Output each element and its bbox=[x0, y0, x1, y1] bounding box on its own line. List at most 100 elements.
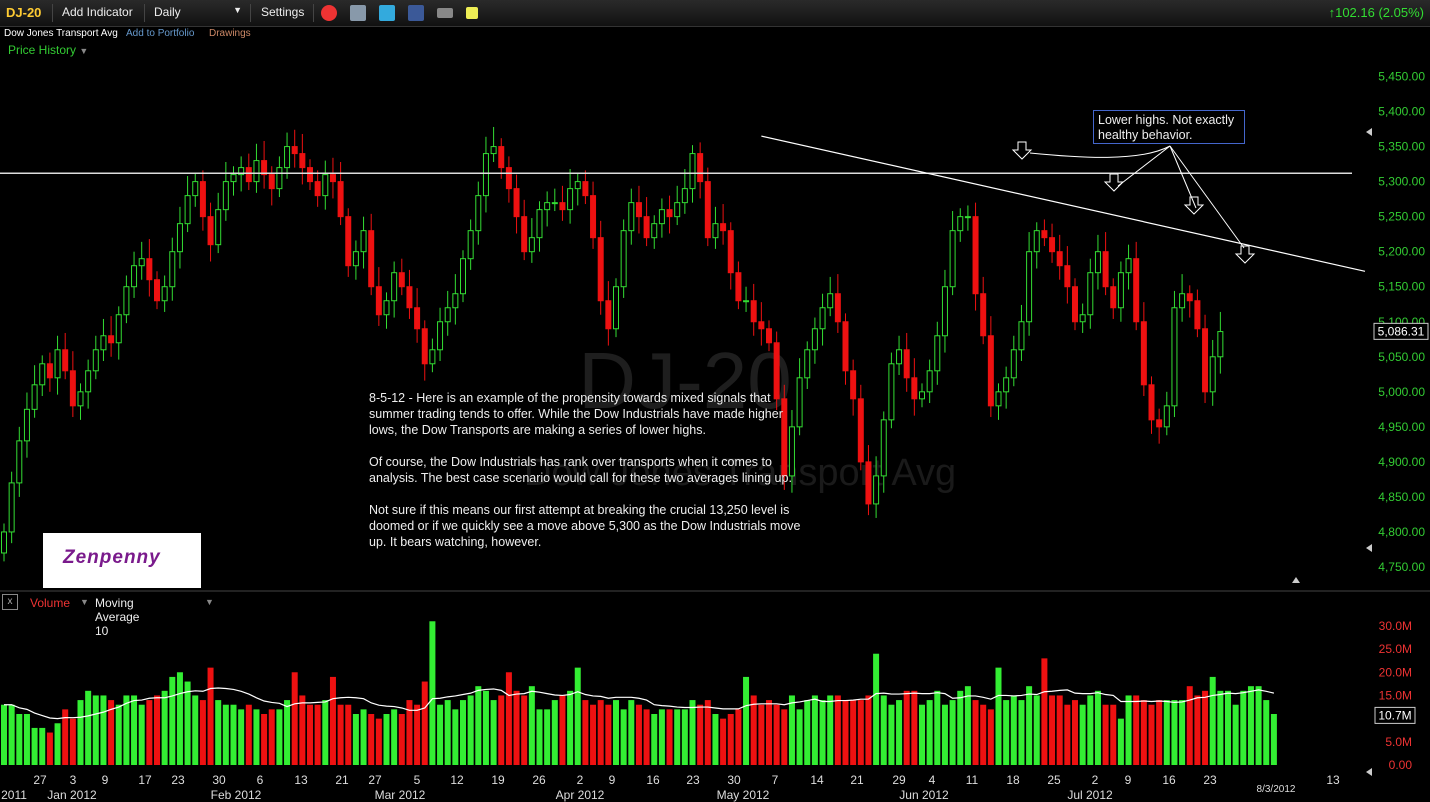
candle-body bbox=[896, 349, 903, 365]
candle-body bbox=[842, 321, 849, 372]
y-tick-label: 5,450.00 bbox=[1378, 70, 1425, 84]
candle-body bbox=[704, 181, 711, 239]
chevron-down-icon[interactable]: ▼ bbox=[80, 597, 89, 607]
close-panel-button[interactable]: x bbox=[2, 594, 18, 610]
x-day-label: 23 bbox=[171, 773, 185, 787]
x-month-label: Jul 2012 bbox=[1067, 788, 1113, 802]
volume-bar bbox=[268, 709, 275, 765]
candle-body bbox=[1033, 230, 1040, 253]
candle-body bbox=[253, 160, 260, 183]
volume-bar bbox=[635, 704, 642, 765]
candle-body bbox=[1202, 328, 1209, 393]
down-arrow-icon bbox=[1183, 196, 1205, 215]
volume-bar bbox=[284, 700, 291, 765]
volume-bar bbox=[184, 681, 191, 765]
volume-bar bbox=[16, 714, 23, 765]
candle-body bbox=[322, 174, 329, 197]
candle-body bbox=[620, 230, 627, 288]
volume-bar bbox=[750, 695, 757, 765]
volume-bar bbox=[674, 709, 681, 765]
candle-body bbox=[406, 286, 413, 309]
volume-bar bbox=[1125, 695, 1132, 765]
candle-body bbox=[92, 349, 99, 372]
volume-bar bbox=[804, 700, 811, 765]
volume-bar bbox=[781, 709, 788, 765]
candle-body bbox=[628, 202, 635, 232]
volume-bar bbox=[1255, 686, 1262, 765]
volume-bar bbox=[1179, 700, 1186, 765]
chevron-down-icon[interactable]: ▼ bbox=[205, 597, 214, 607]
x-day-label: 6 bbox=[257, 773, 264, 787]
volume-tick-label: 0.00 bbox=[1389, 758, 1413, 772]
candle-body bbox=[414, 307, 421, 330]
volume-bar bbox=[154, 695, 160, 765]
candle-body bbox=[245, 167, 252, 183]
x-day-label: 2 bbox=[1092, 773, 1099, 787]
volume-bar bbox=[261, 714, 268, 765]
volume-bar bbox=[1247, 686, 1254, 765]
volume-label[interactable]: Volume bbox=[30, 596, 70, 610]
candle-body bbox=[941, 286, 948, 337]
candle-body bbox=[1087, 272, 1094, 316]
x-day-label: 2 bbox=[577, 773, 584, 787]
volume-bar bbox=[620, 709, 627, 765]
volume-bar bbox=[245, 704, 252, 765]
y-tick-label: 5,200.00 bbox=[1378, 245, 1425, 259]
volume-bar bbox=[582, 700, 589, 765]
x-month-label: Mar 2012 bbox=[375, 788, 426, 802]
candle-body bbox=[146, 258, 153, 281]
candle-body bbox=[1171, 307, 1178, 407]
candle-body bbox=[666, 209, 673, 218]
volume-bar bbox=[77, 700, 84, 765]
volume-bar bbox=[666, 709, 673, 765]
moving-average-label[interactable]: Moving Average 10 bbox=[95, 596, 139, 638]
candle-body bbox=[590, 195, 597, 239]
volume-bar bbox=[222, 704, 229, 765]
volume-bar bbox=[934, 690, 941, 765]
volume-bar bbox=[444, 700, 451, 765]
candle-body bbox=[77, 391, 84, 407]
candle-body bbox=[888, 363, 895, 421]
candle-body bbox=[31, 384, 38, 410]
candle-body bbox=[1148, 384, 1155, 421]
candle-body bbox=[865, 461, 872, 505]
volume-bar bbox=[31, 727, 38, 765]
x-day-label: 18 bbox=[1006, 773, 1020, 787]
annotation-callout[interactable]: Lower highs. Not exactly healthy behavio… bbox=[1093, 110, 1245, 144]
volume-bar bbox=[597, 700, 604, 765]
volume-bar bbox=[467, 695, 474, 765]
volume-bar bbox=[949, 700, 956, 765]
candle-body bbox=[934, 335, 941, 372]
candle-body bbox=[1117, 272, 1124, 309]
y-tick-label: 4,950.00 bbox=[1378, 420, 1425, 434]
volume-bar bbox=[383, 714, 390, 765]
candle-body bbox=[980, 293, 987, 337]
volume-bar bbox=[911, 690, 918, 765]
volume-bar bbox=[176, 672, 183, 765]
volume-bar bbox=[995, 667, 1002, 765]
volume-bar bbox=[360, 709, 367, 765]
candle-body bbox=[1056, 251, 1063, 267]
candle-body bbox=[1156, 419, 1163, 428]
volume-bar bbox=[398, 714, 405, 765]
volume-bar bbox=[926, 700, 933, 765]
candle-body bbox=[460, 258, 466, 295]
volume-bar bbox=[276, 709, 283, 765]
candle-body bbox=[69, 370, 76, 407]
volume-bar bbox=[498, 695, 505, 765]
candle-body bbox=[597, 237, 604, 302]
volume-bar bbox=[735, 709, 742, 765]
candle-body bbox=[444, 307, 451, 323]
y-tick-label: 4,900.00 bbox=[1378, 455, 1425, 469]
x-month-label: Jan 2012 bbox=[47, 788, 97, 802]
candle-body bbox=[123, 286, 130, 316]
candle-body bbox=[1094, 251, 1101, 274]
candle-body bbox=[1125, 258, 1132, 274]
x-date-label: 8/3/2012 bbox=[1257, 784, 1296, 795]
candle-body bbox=[360, 230, 367, 253]
volume-bar bbox=[1263, 700, 1270, 765]
candle-body bbox=[697, 153, 704, 183]
candle-body bbox=[1018, 321, 1025, 351]
volume-bar bbox=[521, 695, 528, 765]
volume-bar bbox=[490, 700, 497, 765]
